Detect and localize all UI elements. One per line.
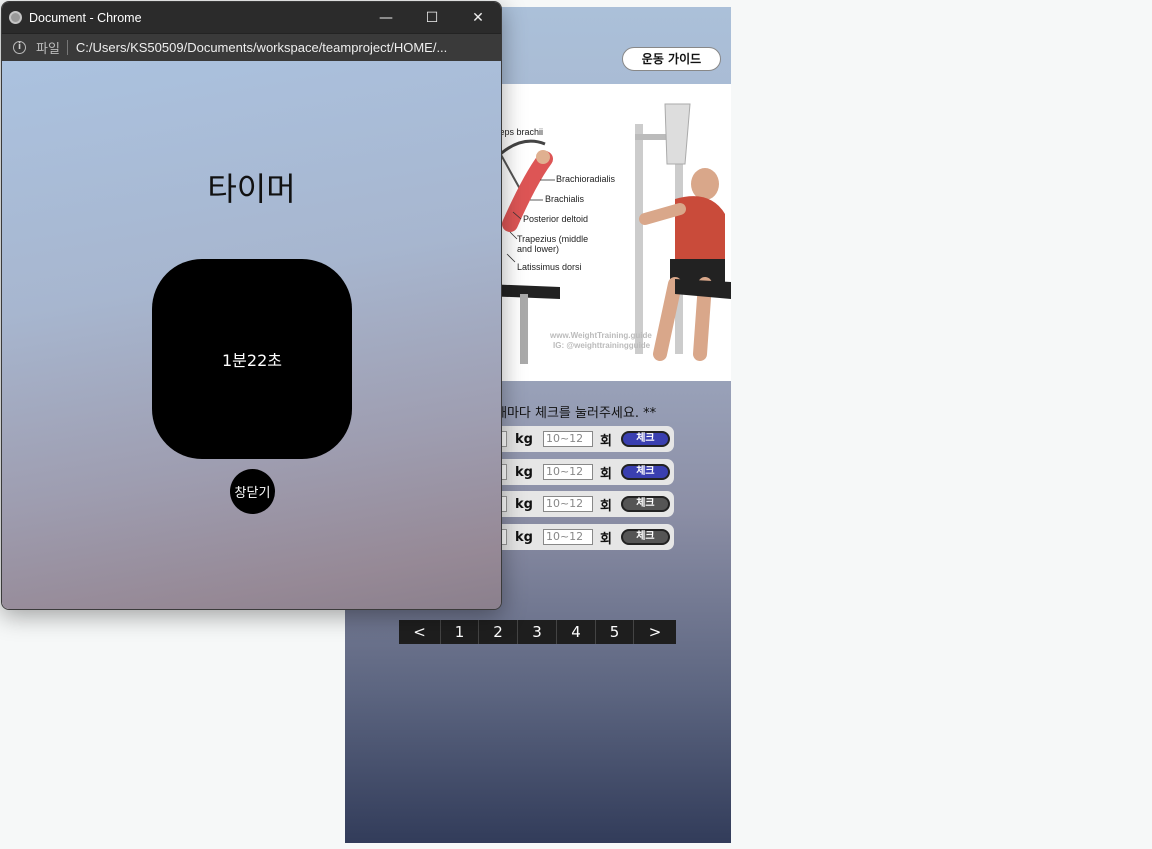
address-separator: [66, 40, 68, 55]
page-4-button[interactable]: 4: [557, 620, 596, 644]
weight-unit: kg: [515, 431, 533, 447]
reps-unit: 회: [599, 531, 612, 547]
page-5-button[interactable]: 5: [596, 620, 634, 644]
watermark-line-2: IG: @weighttrainingguide: [553, 341, 651, 350]
timer-display: 1분22초: [152, 259, 352, 459]
check-instruction: 때마다 체크를 눌러주세요. **: [495, 406, 657, 421]
window-title: Document - Chrome: [29, 10, 142, 25]
info-icon[interactable]: i: [13, 41, 26, 54]
reps-input[interactable]: 10~12: [542, 529, 593, 545]
reps-unit: 회: [599, 433, 612, 449]
label-brachioradialis: Brachioradialis: [556, 174, 616, 184]
pagination: < 1 2 3 4 5 >: [399, 620, 676, 644]
label-trapezius-2: and lower): [517, 244, 559, 254]
window-titlebar[interactable]: Document - Chrome — ☐ ✕: [2, 2, 501, 33]
label-brachialis: Brachialis: [545, 194, 585, 204]
page-1-button[interactable]: 1: [441, 620, 479, 644]
set-row: kg 10~12 회 체크: [495, 459, 674, 485]
set-row: kg 10~12 회 체크: [495, 491, 674, 517]
close-popup-button[interactable]: 창닫기: [230, 469, 275, 514]
label-posterior-deltoid: Posterior deltoid: [523, 214, 588, 224]
check-button[interactable]: 체크: [620, 496, 670, 512]
address-bar: i 파일 C:/Users/KS50509/Documents/workspac…: [2, 33, 501, 61]
check-button[interactable]: 체크: [620, 431, 670, 447]
set-row: kg 10~12 회 체크: [495, 426, 674, 452]
reps-unit: 회: [599, 498, 612, 514]
file-label: 파일: [36, 42, 60, 57]
url-text[interactable]: C:/Users/KS50509/Documents/workspace/tea…: [76, 40, 447, 55]
reps-unit: 회: [599, 466, 612, 482]
timer-value: 1분22초: [222, 351, 282, 370]
check-button[interactable]: 체크: [620, 529, 670, 545]
weight-unit: kg: [515, 496, 533, 512]
reps-input[interactable]: 10~12: [542, 431, 593, 447]
page-3-button[interactable]: 3: [518, 620, 557, 644]
watermark-line-1: www.WeightTraining.guide: [549, 331, 652, 340]
label-latissimus: Latissimus dorsi: [517, 262, 582, 272]
page-next-button[interactable]: >: [634, 620, 676, 644]
timer-popup-window: Document - Chrome — ☐ ✕ i 파일 C:/Users/KS…: [1, 1, 502, 610]
timer-title: 타이머: [207, 170, 296, 208]
close-window-button[interactable]: ✕: [455, 2, 501, 33]
reps-input[interactable]: 10~12: [542, 496, 593, 512]
label-trapezius-1: Trapezius (middle: [517, 234, 588, 244]
check-button[interactable]: 체크: [620, 464, 670, 480]
page-2-button[interactable]: 2: [479, 620, 518, 644]
reps-input[interactable]: 10~12: [542, 464, 593, 480]
weight-unit: kg: [515, 464, 533, 480]
page-prev-button[interactable]: <: [399, 620, 441, 644]
exercise-guide-button[interactable]: 운동 가이드: [622, 47, 721, 71]
chrome-icon: [9, 11, 22, 24]
minimize-button[interactable]: —: [363, 2, 409, 33]
timer-content: 타이머 1분22초 창닫기: [2, 61, 501, 609]
label-biceps: ceps brachii: [495, 127, 543, 137]
set-row: kg 10~12 회 체크: [495, 524, 674, 550]
maximize-button[interactable]: ☐: [409, 2, 455, 33]
weight-unit: kg: [515, 529, 533, 545]
